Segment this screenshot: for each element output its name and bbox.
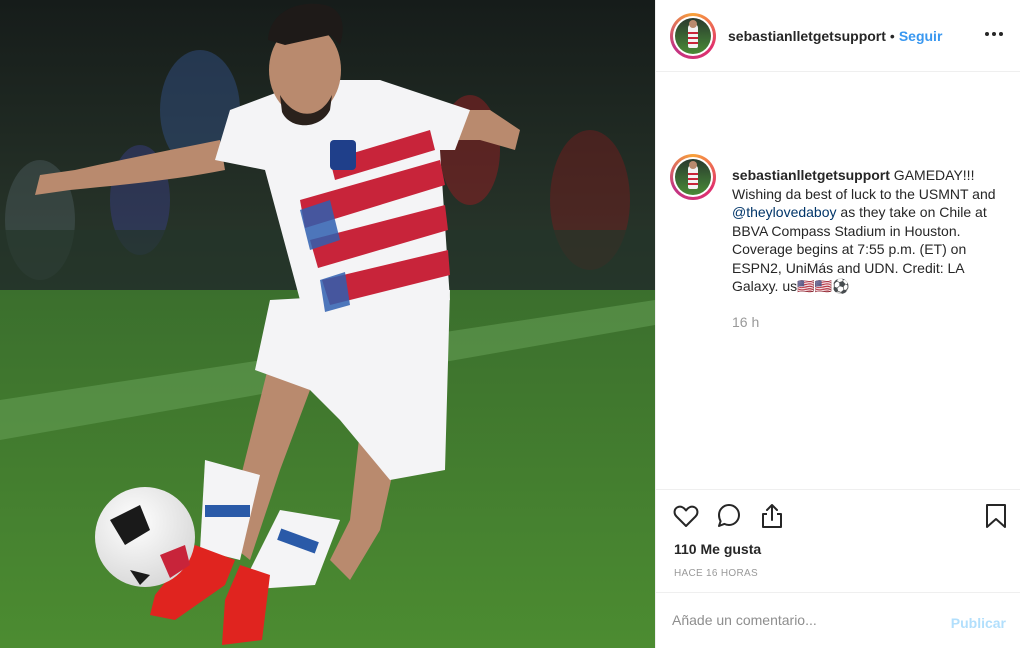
mention-link[interactable]: @theylovedaboy [732,204,837,220]
comment-bar: Publicar [656,592,1020,648]
caption-time: 16 h [732,314,760,330]
publish-button[interactable]: Publicar [951,615,1006,631]
likes-count[interactable]: 110 Me gusta [674,541,761,557]
post-caption: sebastianlletgetsupport GAMEDAY!!! Wishi… [732,166,1002,296]
bookmark-icon[interactable] [982,502,1010,530]
follow-button[interactable]: Seguir [899,28,943,44]
caption-avatar-image [675,159,711,195]
heart-icon[interactable] [672,502,700,530]
post-header: sebastianlletgetsupport • Seguir [656,0,1020,72]
instagram-post: sebastianlletgetsupport • Seguir sebasti… [0,0,1020,648]
separator-dot: • [889,27,895,44]
more-options-icon[interactable] [982,22,1006,46]
post-timestamp[interactable]: HACE 16 HORAS [674,568,758,579]
comment-input[interactable] [672,607,922,633]
soccer-player-image [0,0,655,648]
caption-username-link[interactable]: sebastianlletgetsupport [732,167,890,183]
caption-avatar[interactable] [670,154,716,200]
username-link[interactable]: sebastianlletgetsupport [728,28,886,44]
avatar-image [675,17,711,54]
comment-icon[interactable] [715,502,743,530]
post-photo[interactable] [0,0,655,648]
share-icon[interactable] [758,502,786,530]
comments-area: sebastianlletgetsupport GAMEDAY!!! Wishi… [656,72,1020,490]
post-side-panel: sebastianlletgetsupport • Seguir sebasti… [655,0,1020,648]
avatar[interactable] [670,12,716,59]
action-bar [656,489,1020,536]
